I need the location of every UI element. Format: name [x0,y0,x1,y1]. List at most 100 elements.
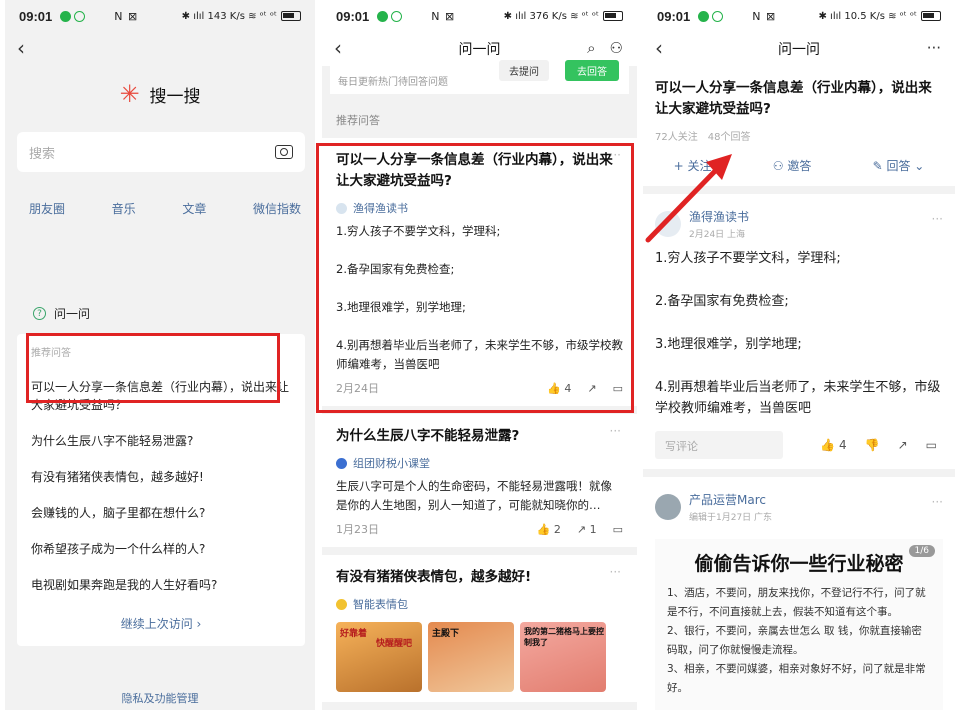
list-item[interactable]: 你希望孩子成为一个什么样的人? [31,531,291,567]
follower-count: 72人关注 [655,132,698,143]
answer-line: 2.备孕国家有免费检查; [655,294,789,309]
more-icon[interactable]: ··· [932,212,943,226]
image-line: 2、银行，不要问，亲属去世怎么 取 钱，你就直接输密码取，问了你就慢慢走流程。 [667,625,922,656]
card-footer: 1月23日 👍 2 ↗ 1 ▭ [336,521,623,537]
list-item[interactable]: 会赚钱的人，脑子里都在想什么? [31,495,291,531]
continue-link[interactable]: 继续上次访问 › [31,615,291,632]
answer-button[interactable]: 去回答 [565,60,619,81]
nav-bar: ‹ [5,32,315,66]
answer-body: 1.穷人孩子不要学文科，学理科; 2.备孕国家有免费检查; 3.地理很难学，别学… [655,248,943,419]
answer-body: 生辰八字可是个人的生命密码，不能轻易泄露哦！就像是你的人生地图，别人一知道了，可… [336,477,623,515]
image-line: 3、相亲，不要问媒婆，相亲对象好不好，问了就是非常好。 [667,663,926,694]
question-title[interactable]: 可以一人分享一条信息差（行业内幕），说出来让大家避坑受益吗? [336,150,623,192]
author-name: 产品运营Marc [689,493,766,507]
qa-heading[interactable]: ? 问一问 [33,305,315,322]
answer-meta: 2月24日 上海 [689,230,746,240]
search-input[interactable]: 搜索 [17,132,305,172]
question-card[interactable]: ··· 为什么生辰八字不能轻易泄露? 组团财税小课堂 生辰八字可是个人的生命密码… [322,414,637,547]
nfc-icon: N ⊠ [752,9,777,23]
share-icon[interactable]: ↗ [898,438,908,452]
more-icon[interactable]: ··· [610,424,621,438]
category-moments[interactable]: 朋友圈 [29,200,65,217]
recommend-label: 推荐问答 [336,114,380,127]
back-icon[interactable]: ‹ [17,36,25,60]
answer-line: 生辰八字可是个人的生命密码，不能轻易泄露哦！就像是你的人生地图，别人一知道了，可… [336,479,612,512]
answer-body: 1.穷人孩子不要学文科，学理科; 2.备孕国家有免费检查; 3.地理很难学，别学… [336,222,623,374]
list-item[interactable]: 可以一人分享一条信息差（行业内幕），说出来让大家避坑受益吗？ [31,369,291,423]
battery-icon [921,11,941,21]
question-card[interactable]: ··· 可以一人分享一条信息差（行业内幕），说出来让大家避坑受益吗? 渔得渔读书… [322,138,637,406]
question-card[interactable]: ··· 有没有猪猪侠表情包，越多越好! 智能表情包 好靠着 快醒醒吧 主殿下 我… [322,555,637,702]
like-button[interactable]: 👍 4 [547,382,571,395]
answer-author[interactable]: 渔得渔读书 [336,200,623,216]
divider [643,186,955,194]
dislike-icon[interactable]: 👎 [865,438,880,452]
category-music[interactable]: 音乐 [112,200,136,217]
meme-image[interactable]: 好靠着 快醒醒吧 [336,622,422,692]
category-articles[interactable]: 文章 [182,200,206,217]
comment-icon[interactable]: ▭ [613,523,623,536]
back-icon[interactable]: ‹ [655,36,663,60]
app-status-icon [74,10,86,22]
more-icon[interactable]: ··· [610,565,621,579]
answer-line: 1.穷人孩子不要学文科，学理科; [655,251,841,266]
answer-author[interactable]: 智能表情包 [336,596,623,612]
question-icon: ? [33,307,46,320]
answer-line: 3.地理很难学，别学地理; [336,300,466,314]
privacy-link[interactable]: 隐私及功能管理 [5,690,315,706]
camera-icon[interactable] [275,145,293,159]
edit-icon: ✎ [872,159,887,173]
meme-image[interactable]: 我的第二猪格马上要控制我了 [520,622,606,692]
share-button[interactable]: ↗ 1 [577,523,597,536]
answer-line: 2.备孕国家有免费检查; [336,262,455,276]
answer-label: 回答 ⌄ [886,159,925,173]
battery-icon [281,11,301,21]
comment-icon[interactable]: ▭ [613,382,623,395]
answer-author[interactable]: 组团财税小课堂 [336,455,623,471]
share-count: 1 [589,522,597,536]
answer-line: 4.别再想着毕业后当老师了，未来学生不够，市级学校教师编难考，当兽医吧 [655,380,941,416]
category-wechat-index[interactable]: 微信指数 [253,200,301,217]
comment-input[interactable]: 写评论 [655,431,783,459]
answer-image[interactable]: 1/6 偷偷告诉你一些行业秘密 1、酒店，不要问，朋友来找你，不登记行不行，问了… [655,539,943,710]
image-line: 1、酒店，不要问，朋友来找你，不登记行不行，问了就是不行，不问直接就上去，假装不… [667,587,926,618]
more-icon[interactable]: ··· [610,148,621,162]
search-placeholder: 搜索 [29,146,56,162]
profile-icon[interactable]: ⚇ [610,39,623,57]
like-button[interactable]: 👍 4 [820,438,846,452]
like-button[interactable]: 👍 2 [537,523,561,536]
answer-count[interactable]: 48个回答 [708,128,751,143]
answer-card: ··· 产品运营Marc 编辑于1月27日 广东 1/6 偷偷告诉你一些行业秘密… [643,477,955,710]
network-speed: ✱ ılıl 10.5 K/s ≋ ᵒᵗ ᵒᵗ [818,10,917,22]
nfc-icon: N ⊠ [431,9,456,23]
answer-header[interactable]: 产品运营Marc 编辑于1月27日 广东 [655,491,943,523]
brand: ✳ 搜一搜 [5,74,315,114]
comment-icon[interactable]: ▭ [926,438,937,452]
more-icon[interactable]: ··· [932,495,943,509]
nfc-icon: N ⊠ [114,9,139,23]
search-icon[interactable]: ⌕ [587,39,595,57]
answer-meta: 编辑于1月27日 广东 [689,513,773,523]
network-speed: ✱ ılıl 143 K/s ≋ ᵒᵗ ᵒᵗ [181,10,277,22]
meme-image[interactable]: 主殿下 [428,622,514,692]
invite-button[interactable]: ⚇ 邀答 [773,157,812,174]
ask-button[interactable]: 去提问 [499,60,549,81]
app-status-icon [391,10,403,22]
share-icon[interactable]: ↗ [587,382,596,395]
more-icon[interactable]: ··· [927,39,941,57]
status-right: ✱ ılıl 10.5 K/s ≋ ᵒᵗ ᵒᵗ [818,11,941,22]
answer-button[interactable]: ✎ 回答 ⌄ [873,157,925,174]
list-item[interactable]: 有没有猪猪侠表情包，越多越好! [31,459,291,495]
image-text: 1、酒店，不要问，朋友来找你，不登记行不行，问了就是不行，不问直接就上去，假装不… [655,576,943,698]
feed-panel: 09:01 N ⊠ ✱ ılıl 376 K/s ≋ ᵒᵗ ᵒᵗ ‹ 问一问 ⌕… [322,0,637,710]
question-title[interactable]: 有没有猪猪侠表情包，越多越好! [336,567,623,588]
follow-button[interactable]: + 关注 [674,157,712,174]
question-title[interactable]: 为什么生辰八字不能轻易泄露? [336,426,623,447]
status-time: 09:01 [336,8,370,24]
answer-header[interactable]: 渔得渔读书 2月24日 上海 [655,208,943,240]
list-item[interactable]: 电视剧如果奔跑是我的人生好看吗? [31,567,291,603]
avatar [655,211,681,237]
network-speed: ✱ ılıl 376 K/s ≋ ᵒᵗ ᵒᵗ [503,10,599,22]
back-icon[interactable]: ‹ [334,36,342,60]
list-item[interactable]: 为什么生辰八字不能轻易泄露? [31,423,291,459]
